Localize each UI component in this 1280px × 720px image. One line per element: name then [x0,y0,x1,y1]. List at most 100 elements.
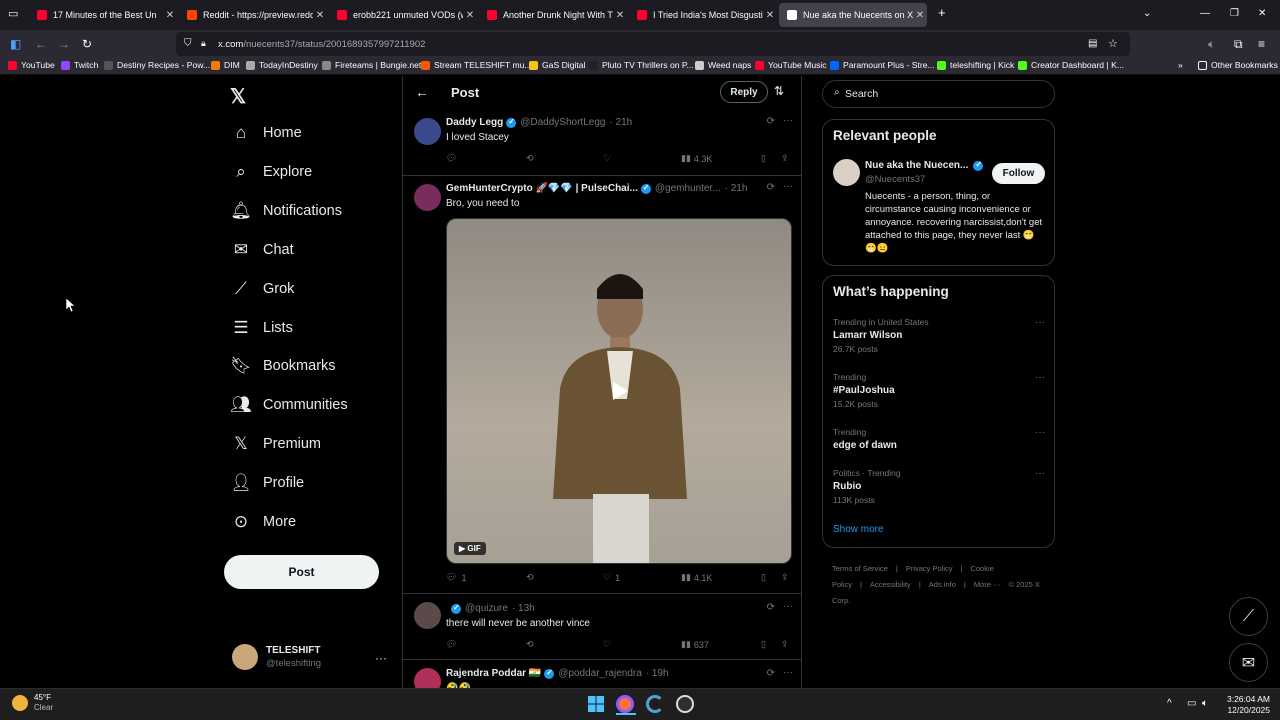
weather-widget[interactable]: 45°F Clear [12,693,53,713]
bookmark-icon[interactable]: ▯ [761,639,766,650]
bookmark-item[interactable]: GaS Digital [529,60,585,70]
tweet-time[interactable]: · 13h [512,603,535,614]
tab-close-icon[interactable]: ✕ [763,10,777,21]
tab-close-icon[interactable]: ✕ [163,10,177,21]
tab-close-icon[interactable]: ✕ [463,10,477,21]
tweet-more-icon[interactable]: ··· [783,667,793,678]
footer-link[interactable]: Terms of Service [832,564,888,573]
repost-icon[interactable]: ⟲ [526,572,534,583]
browser-tab[interactable]: I Tried India's Most Disgusting S✕ [629,3,777,27]
bookmark-item[interactable]: Pluto TV Thrillers on P... [589,60,694,70]
obs-icon[interactable] [676,695,696,715]
bookmark-item[interactable]: Fireteams | Bungie.net [322,60,421,70]
relevant-person-handle[interactable]: @Nuecents37 [865,174,925,185]
avatar[interactable] [414,118,441,145]
tweet-author-name[interactable]: Rajendra Poddar 🇮🇳 [446,668,541,679]
relevant-person-name[interactable]: Nue aka the Nuecen... [865,160,984,171]
trend-more-icon[interactable]: ··· [1035,372,1045,383]
tweet-more-icon[interactable]: ··· [783,181,793,192]
views-icon[interactable]: ▮▮ 4.3K [681,153,712,164]
back-icon[interactable]: ← [35,37,47,51]
nav-item-more[interactable]: ⊙ More [230,507,296,537]
grok-explain-icon[interactable]: ⟳ [767,602,775,613]
share-icon[interactable]: ⇪ [781,639,789,650]
trend-item[interactable]: Politics · Trending Rubio 113K posts ··· [833,468,1045,505]
sidebar-toggle-icon[interactable]: ◧ [10,37,21,51]
nav-item-bookmarks[interactable]: 🔖︎ Bookmarks [230,351,335,381]
tweet-time[interactable]: · 19h [646,668,669,679]
repost-icon[interactable]: ⟲ [526,153,534,164]
account-switcher[interactable]: TELESHIFT @teleshifting [232,644,321,670]
new-tab-icon[interactable]: + [938,5,946,20]
reader-view-icon[interactable]: ▤ [1088,38,1097,49]
share-icon[interactable]: ⇪ [781,153,789,164]
tweet-gif[interactable]: ▶ GIF [446,218,792,564]
grok-explain-icon[interactable]: ⟳ [767,116,775,127]
tweet-handle[interactable]: @gemhunter... [655,183,721,194]
show-more-link[interactable]: Show more [833,524,884,535]
trend-item[interactable]: Trending edge of dawn ··· [833,427,1045,451]
tray-chevron-icon[interactable]: ^ [1167,698,1172,709]
nav-item-chat[interactable]: ✉ Chat [230,235,294,265]
bookmark-icon[interactable]: ▯ [761,572,766,583]
search-input[interactable]: ⌕ Search [822,80,1055,108]
views-icon[interactable]: ▮▮ 637 [681,639,709,650]
filter-sliders-icon[interactable]: ⇅ [774,84,784,98]
nav-item-home[interactable]: ⌂ Home [230,118,302,148]
grok-explain-icon[interactable]: ⟳ [767,668,775,679]
footer-link[interactable]: Accessibility [870,580,911,589]
nav-item-explore[interactable]: ⌕ Explore [230,157,312,187]
avatar[interactable] [414,668,441,688]
footer-link[interactable]: Ads info [929,580,956,589]
browser-tab[interactable]: Reddit - https://preview.redd.it ✕ [179,3,327,27]
trend-more-icon[interactable]: ··· [1035,317,1045,328]
tweet-time[interactable]: · 21h [725,183,748,194]
nav-item-communities[interactable]: 👥︎ Communities [230,390,347,420]
tab-close-icon[interactable]: ✕ [313,10,327,21]
firefox-icon[interactable] [616,695,636,715]
close-window-icon[interactable]: ✕ [1258,8,1266,19]
app-c-icon[interactable] [646,695,666,715]
follow-button[interactable]: Follow [992,163,1045,184]
bookmark-item[interactable]: Stream TELESHIFT mu... [421,60,532,70]
nav-item-profile[interactable]: 👤︎ Profile [230,468,304,498]
reply-icon[interactable]: 💬︎ [446,153,457,164]
maximize-icon[interactable]: ❐ [1230,8,1239,19]
tweet-author-name[interactable]: GemHunterCrypto 🚀💎💎 | PulseChai... [446,183,638,194]
start-icon[interactable] [587,695,607,715]
reply-icon[interactable]: 💬︎ 1 [446,572,466,583]
bookmark-item[interactable]: teleshifting | Kick [937,60,1014,70]
tweet-handle[interactable]: @DaddyShortLegg [520,117,605,128]
bookmark-item[interactable]: Weed naps [695,60,751,70]
bookmark-item[interactable]: YouTube Music [755,60,827,70]
extensions-icon[interactable]: ⧉ [1234,37,1243,52]
reply-icon[interactable]: 💬︎ [446,639,457,650]
grok-fab-icon[interactable]: ⟋ [1229,597,1268,636]
post-button[interactable]: Post [224,555,379,589]
reload-icon[interactable]: ↻ [82,37,92,51]
bookmarks-overflow-icon[interactable]: » [1178,60,1183,70]
trend-item[interactable]: Trending #PaulJoshua 15.2K posts ··· [833,372,1045,409]
tweet-author-name[interactable]: Daddy Legg [446,117,503,128]
url-bar[interactable]: ⛉ 🔒︎ x.com/nuecents37/status/20016893579… [176,32,1130,56]
reply-button[interactable]: Reply [720,81,768,103]
tweet[interactable]: GemHunterCrypto 🚀💎💎 | PulseChai... @gemh… [403,176,801,594]
bookmark-star-icon[interactable]: ☆ [1108,37,1118,50]
like-icon[interactable]: ♡ [603,639,611,650]
bookmark-item[interactable]: Destiny Recipes - Pow... [104,60,210,70]
tweet[interactable]: Rajendra Poddar 🇮🇳 @poddar_rajendra · 19… [403,660,801,688]
tab-close-icon[interactable]: ✕ [913,10,927,21]
messages-fab-icon[interactable]: ✉ [1229,643,1268,682]
x-logo-icon[interactable]: 𝕏 [230,84,246,109]
minimize-icon[interactable]: — [1200,8,1210,19]
menu-icon[interactable]: ≡ [1258,37,1265,51]
trend-more-icon[interactable]: ··· [1035,427,1045,438]
bookmark-item[interactable]: DIM [211,60,240,70]
nav-item-premium[interactable]: 𝕏 Premium [230,429,321,459]
tweet-handle[interactable]: @poddar_rajendra [558,668,642,679]
trend-more-icon[interactable]: ··· [1035,468,1045,479]
tab-close-icon[interactable]: ✕ [613,10,627,21]
bookmark-icon[interactable]: ▯ [761,153,766,164]
nav-item-grok[interactable]: ⟋ Grok [230,274,294,304]
account-more-icon[interactable]: ··· [375,651,387,665]
